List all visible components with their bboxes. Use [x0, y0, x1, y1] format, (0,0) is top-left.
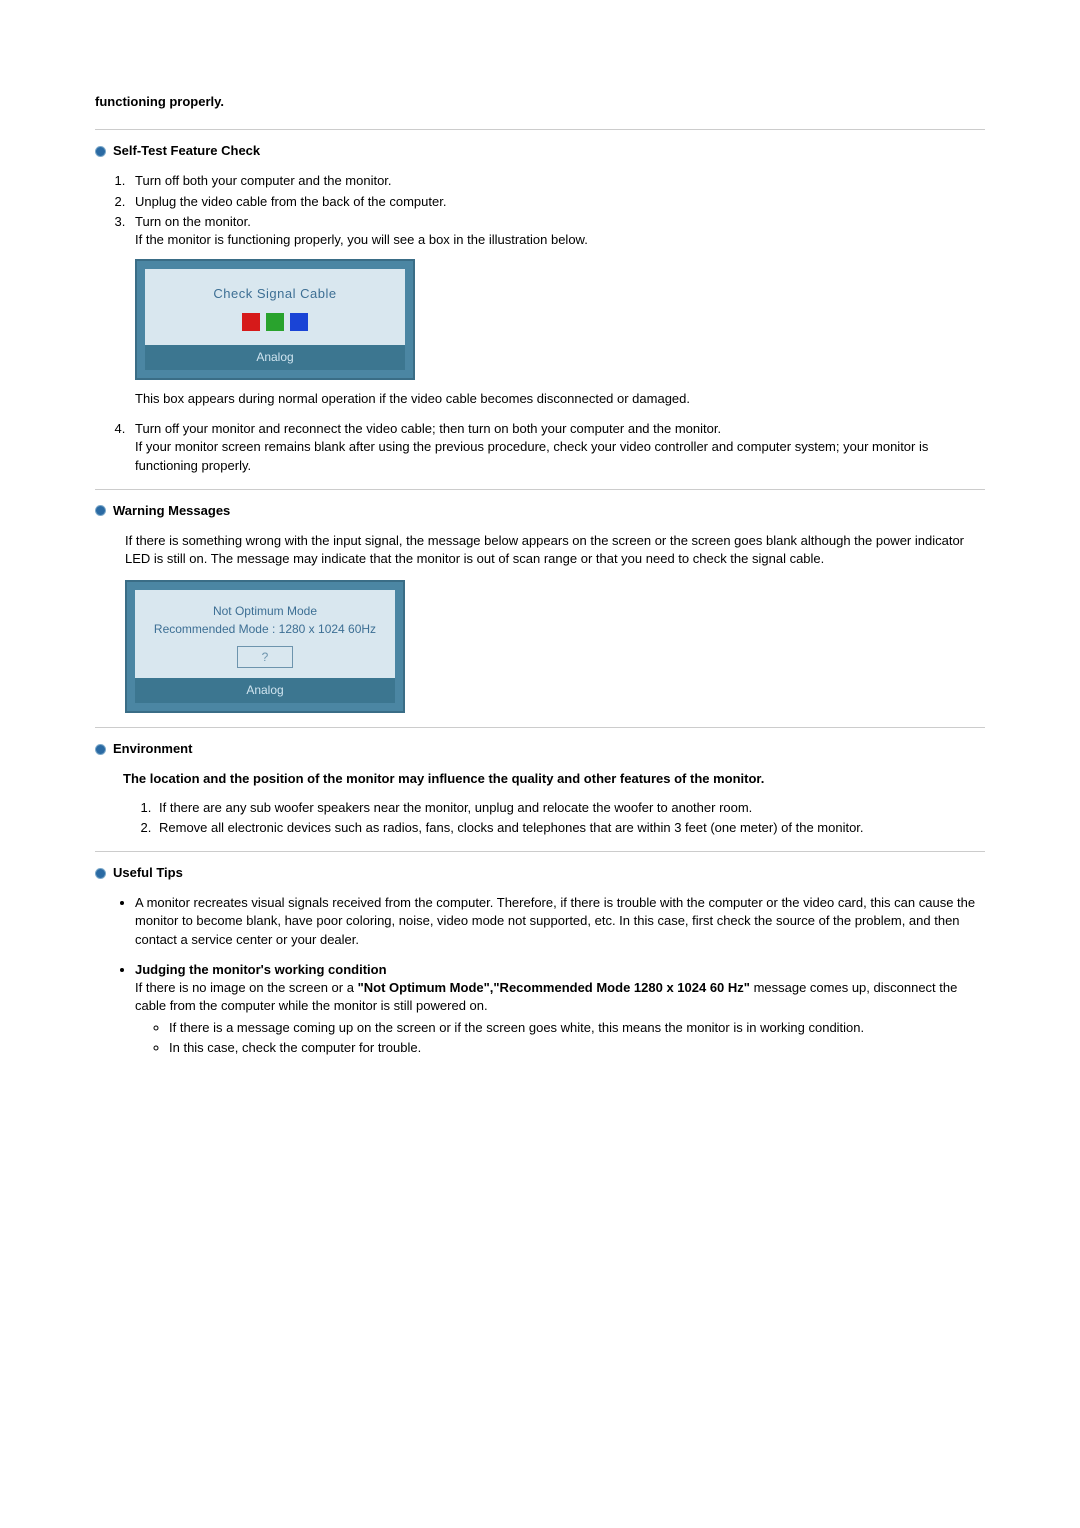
question-box: ? [237, 646, 293, 668]
blue-square-icon [290, 313, 308, 331]
intro-fragment: functioning properly. [95, 93, 985, 111]
section-heading-environment: Environment [95, 740, 985, 758]
section-bullet-icon [95, 744, 106, 755]
environment-bold: The location and the position of the mon… [123, 770, 985, 788]
illustration-title: Check Signal Cable [155, 285, 395, 303]
divider [95, 129, 985, 130]
section-bullet-icon [95, 146, 106, 157]
section-title: Useful Tips [113, 864, 183, 882]
illustration-check-signal: Check Signal Cable Analog [135, 259, 985, 380]
list-item: Judging the monitor's working condition … [135, 961, 985, 1058]
line2: Recommended Mode : 1280 x 1024 60Hz [143, 620, 387, 638]
section-heading-tips: Useful Tips [95, 864, 985, 882]
section-title: Self-Test Feature Check [113, 142, 260, 160]
illustration-lines: Not Optimum Mode Recommended Mode : 1280… [143, 602, 387, 638]
after-image-text: This box appears during normal operation… [135, 390, 985, 408]
list-item: A monitor recreates visual signals recei… [135, 894, 985, 949]
line1: Not Optimum Mode [143, 602, 387, 620]
section-heading-selftest: Self-Test Feature Check [95, 142, 985, 160]
section-title: Environment [113, 740, 192, 758]
tip-subtitle: Judging the monitor's working condition [135, 962, 387, 977]
section-bullet-icon [95, 505, 106, 516]
tips-list: A monitor recreates visual signals recei… [95, 894, 985, 1058]
illustration-not-optimum: Not Optimum Mode Recommended Mode : 1280… [125, 580, 985, 713]
step-extra: If your monitor screen remains blank aft… [135, 438, 985, 474]
list-item: Turn off your monitor and reconnect the … [129, 420, 985, 475]
step-text: Turn off both your computer and the moni… [135, 172, 985, 190]
illustration-footer: Analog [145, 345, 405, 370]
list-item: Remove all electronic devices such as ra… [155, 819, 985, 837]
green-square-icon [266, 313, 284, 331]
list-item: Unplug the video cable from the back of … [129, 193, 985, 211]
red-square-icon [242, 313, 260, 331]
list-item: Turn on the monitor. If the monitor is f… [129, 213, 985, 409]
environment-list: If there are any sub woofer speakers nea… [125, 799, 985, 837]
illustration-footer: Analog [135, 678, 395, 703]
monitor-frame: Not Optimum Mode Recommended Mode : 1280… [125, 580, 405, 713]
list-item: If there is a message coming up on the s… [169, 1019, 985, 1037]
tip-sublist: If there is a message coming up on the s… [135, 1019, 985, 1057]
rgb-squares [155, 313, 395, 331]
monitor-frame: Check Signal Cable Analog [135, 259, 415, 380]
tip-text-bold: "Not Optimum Mode","Recommended Mode 128… [358, 980, 750, 995]
section-bullet-icon [95, 868, 106, 879]
monitor-screen: Check Signal Cable [145, 269, 405, 345]
step-text: Unplug the video cable from the back of … [135, 193, 985, 211]
divider [95, 489, 985, 490]
step-extra: If the monitor is functioning properly, … [135, 231, 985, 249]
monitor-screen: Not Optimum Mode Recommended Mode : 1280… [135, 590, 395, 678]
section-title: Warning Messages [113, 502, 230, 520]
list-item: If there are any sub woofer speakers nea… [155, 799, 985, 817]
divider [95, 851, 985, 852]
step-text: Turn on the monitor. [135, 213, 985, 231]
section-heading-warnings: Warning Messages [95, 502, 985, 520]
list-item: In this case, check the computer for tro… [169, 1039, 985, 1057]
tip-text-pre: If there is no image on the screen or a [135, 980, 358, 995]
selftest-steps: Turn off both your computer and the moni… [95, 172, 985, 474]
divider [95, 727, 985, 728]
list-item: Turn off both your computer and the moni… [129, 172, 985, 190]
warnings-body: If there is something wrong with the inp… [125, 532, 985, 568]
document-page: functioning properly. Self-Test Feature … [0, 0, 1080, 1150]
step-text: Turn off your monitor and reconnect the … [135, 420, 985, 438]
